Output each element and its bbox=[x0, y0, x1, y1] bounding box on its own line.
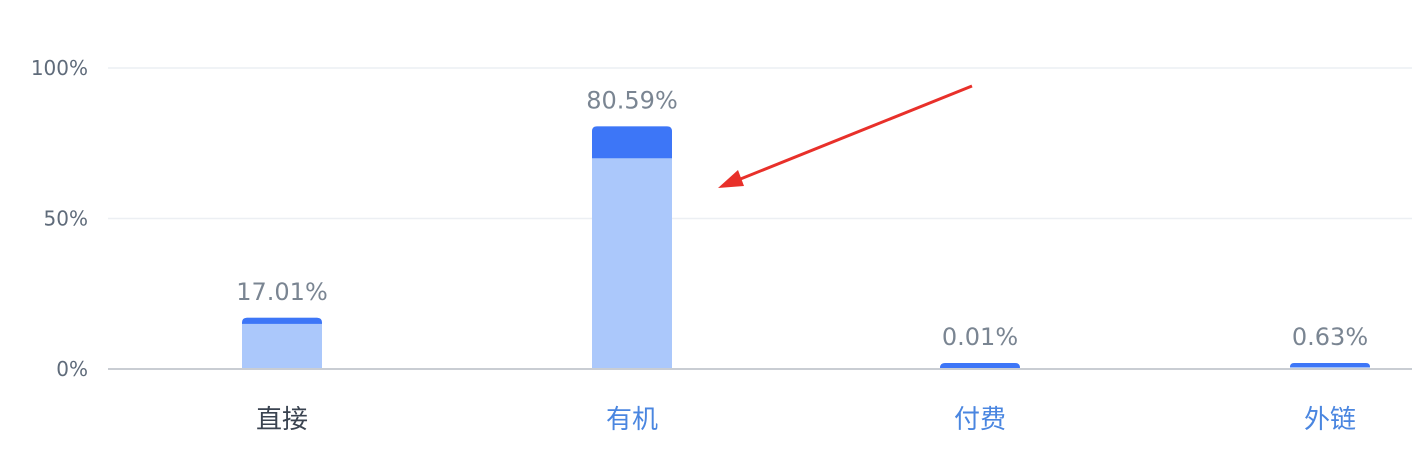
bar-top-segment bbox=[592, 126, 672, 159]
value-label: 17.01% bbox=[236, 278, 328, 306]
y-axis-ticks: 0% 50% 100% bbox=[31, 56, 88, 381]
y-tick-label: 50% bbox=[44, 207, 88, 231]
y-tick-label: 100% bbox=[31, 56, 88, 80]
gridlines bbox=[108, 67, 1412, 220]
category-tab-3[interactable]: 付费 bbox=[954, 405, 1006, 435]
value-label: 80.59% bbox=[586, 86, 678, 114]
value-label: 0.01% bbox=[942, 323, 1018, 351]
y-tick-label: 0% bbox=[56, 357, 88, 381]
bars bbox=[242, 126, 1370, 369]
bar-fill bbox=[242, 317, 322, 369]
bar-top-segment bbox=[242, 317, 322, 324]
category-tab-4[interactable]: 外链 bbox=[1304, 405, 1356, 435]
bar-fill bbox=[592, 126, 672, 369]
bar-top-segment bbox=[1290, 363, 1370, 368]
bar-chart: 0% 50% 100% 17.01% 80.59% 0.01% 0.63% 直接 有机 付费 外… bbox=[31, 56, 1412, 435]
category-tab-1[interactable]: 直接 bbox=[256, 405, 308, 435]
annotation-arrow bbox=[718, 84, 973, 188]
category-labels[interactable]: 直接 有机 付费 外链 bbox=[256, 405, 1356, 435]
category-tab-2[interactable]: 有机 bbox=[606, 405, 658, 435]
value-label: 0.63% bbox=[1292, 323, 1368, 351]
bar-2[interactable] bbox=[592, 126, 672, 369]
bar-1[interactable] bbox=[242, 317, 322, 369]
